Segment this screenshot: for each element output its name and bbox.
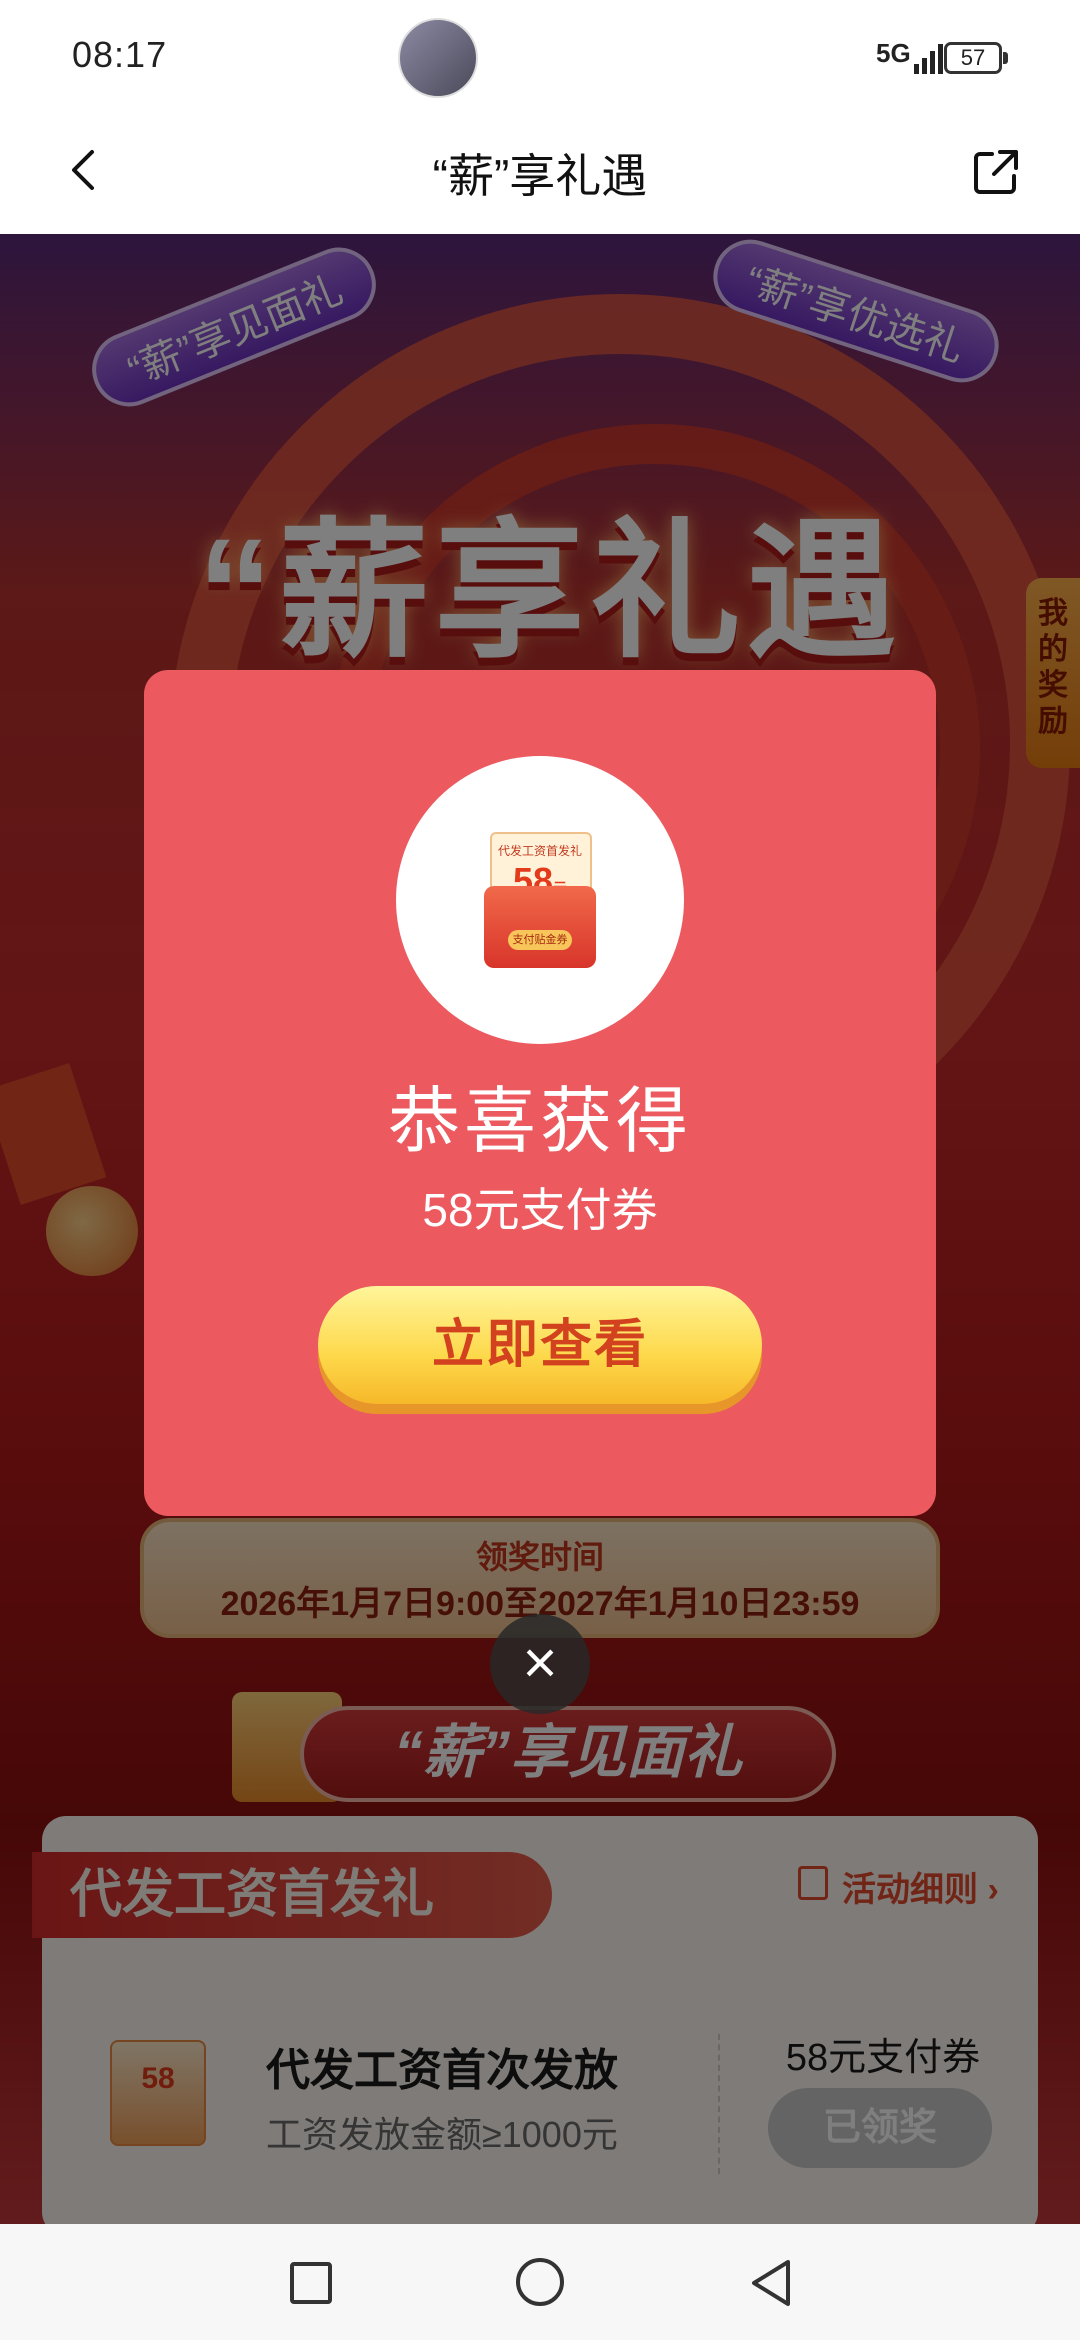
system-back-icon[interactable] [748, 2258, 794, 2308]
voucher-tag: 支付贴金券 [508, 930, 572, 950]
modal-title: 恭喜获得 [387, 1082, 692, 1162]
battery-icon: 57 [944, 42, 1002, 74]
battery-tip [1003, 52, 1008, 64]
voucher-label: 代发工资首发礼 [497, 844, 582, 858]
recents-icon[interactable] [290, 2262, 332, 2304]
network-type: 5G [876, 38, 911, 68]
share-icon[interactable] [966, 142, 1026, 202]
floating-avatar[interactable] [398, 18, 478, 98]
home-icon[interactable] [516, 2258, 564, 2306]
view-now-button[interactable]: 立即查看 [318, 1286, 762, 1404]
modal-subtitle: 58元支付券 [422, 1184, 658, 1236]
close-icon[interactable]: × [490, 1614, 590, 1714]
page-title: “薪”享礼遇 [432, 150, 648, 202]
red-envelope-icon [484, 886, 596, 968]
status-time: 08:17 [72, 34, 168, 75]
